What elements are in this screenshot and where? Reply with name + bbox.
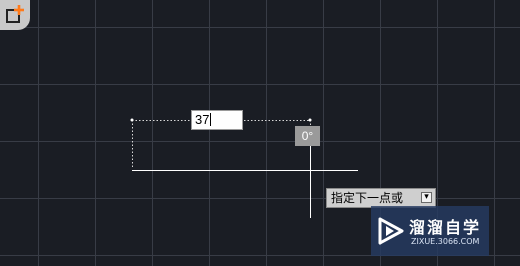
command-prompt[interactable]: 指定下一点或 ▾ xyxy=(326,188,436,208)
length-value: 37 xyxy=(195,112,210,127)
text-caret xyxy=(210,113,212,126)
add-view-button[interactable] xyxy=(0,0,30,30)
length-input[interactable]: 37 xyxy=(191,110,243,130)
watermark-url: ZIXUE.3066.COM xyxy=(411,237,480,246)
play-logo-icon xyxy=(378,217,404,245)
add-view-icon xyxy=(6,5,24,23)
angle-readout: 0° xyxy=(295,126,320,146)
command-prompt-text: 指定下一点或 xyxy=(331,191,404,205)
end-point-marker xyxy=(308,118,312,122)
start-point-marker xyxy=(130,118,134,122)
prompt-options-toggle[interactable]: ▾ xyxy=(421,192,432,203)
watermark-title: 溜溜自学 xyxy=(409,218,482,237)
watermark-banner: 溜溜自学 ZIXUE.3066.COM xyxy=(371,206,489,256)
